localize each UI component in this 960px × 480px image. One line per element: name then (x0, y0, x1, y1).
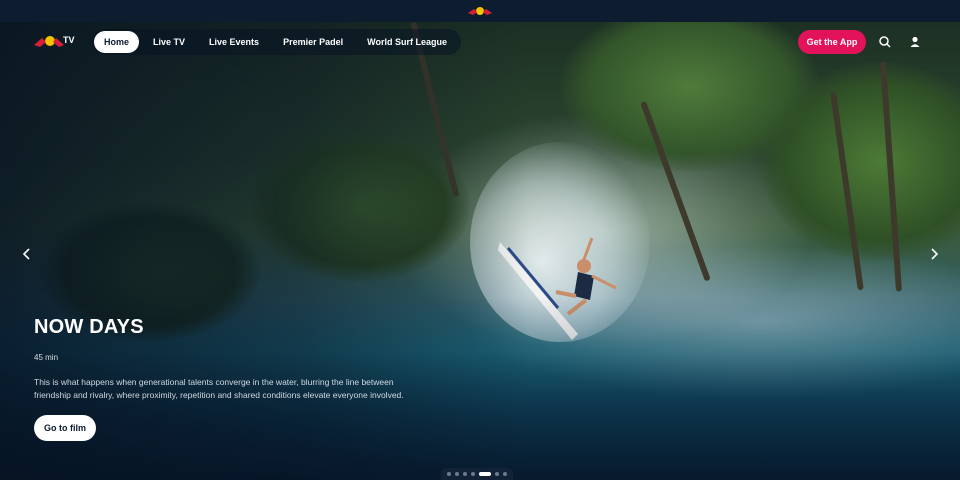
red-bull-logo (468, 7, 492, 15)
top-navigation: TV Home Live TV Live Events Premier Pade… (0, 22, 960, 62)
nav-item-home[interactable]: Home (94, 31, 140, 53)
hero-title: NOW DAYS (34, 316, 144, 338)
chevron-right-icon (931, 248, 939, 260)
search-icon[interactable] (877, 34, 893, 50)
hero-duration: 45 min (34, 353, 59, 362)
top-brand-strip (0, 0, 960, 22)
hero-description: This is what happens when generational t… (34, 377, 404, 400)
nav-item-premier-padel[interactable]: Premier Padel (273, 31, 353, 53)
red-bull-tv-logo[interactable]: TV (32, 32, 76, 52)
nav-tabs: Home Live TV Live Events Premier Padel W… (92, 29, 461, 55)
carousel-dot[interactable] (463, 472, 467, 476)
hero-copy: NOW DAYS 45 min This is what happens whe… (34, 316, 414, 402)
chevron-left-icon (22, 248, 30, 260)
svg-text:TV: TV (63, 35, 75, 45)
carousel-dot[interactable] (503, 472, 507, 476)
carousel-dot[interactable] (455, 472, 459, 476)
user-icon[interactable] (907, 34, 923, 50)
carousel-prev-button[interactable] (17, 240, 37, 268)
get-the-app-button[interactable]: Get the App (798, 30, 866, 54)
hero-gradient-overlay (0, 22, 960, 480)
go-to-film-button[interactable]: Go to film (34, 415, 96, 441)
carousel-pagination (441, 468, 513, 480)
carousel-dot[interactable] (447, 472, 451, 476)
nav-item-world-surf-league[interactable]: World Surf League (357, 31, 457, 53)
carousel-dot[interactable] (495, 472, 499, 476)
nav-item-live-tv[interactable]: Live TV (143, 31, 195, 53)
carousel-dot[interactable] (479, 472, 491, 476)
carousel-dot[interactable] (471, 472, 475, 476)
nav-item-live-events[interactable]: Live Events (199, 31, 269, 53)
carousel-next-button[interactable] (924, 240, 944, 268)
hero-banner (0, 22, 960, 480)
